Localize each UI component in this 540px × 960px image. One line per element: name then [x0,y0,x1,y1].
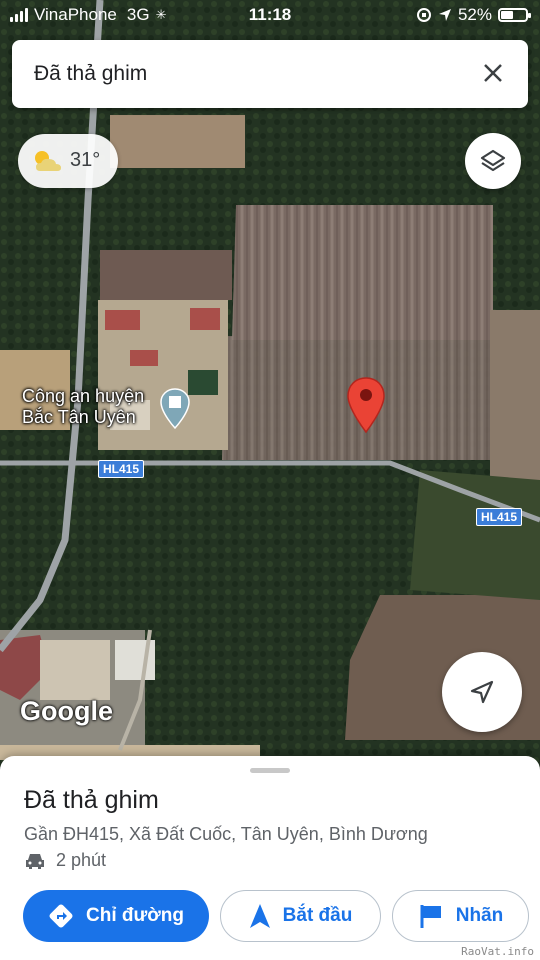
layers-button[interactable] [465,133,521,189]
close-icon[interactable] [476,56,510,90]
dropped-pin-icon[interactable] [346,376,386,436]
place-sheet[interactable]: Đã thả ghim Gần ĐH415, Xã Đất Cuốc, Tân … [0,756,540,960]
car-icon [26,853,44,869]
start-label: Bắt đầu [282,905,353,926]
poi-label-police[interactable]: Công an huyện Bắc Tân Uyên [22,386,144,428]
battery-percent: 52% [457,5,492,24]
road-shield-hl415: HL415 [98,460,145,478]
directions-button[interactable]: Chỉ đường [23,890,209,942]
poi-label-line1: Công an huyện [22,386,145,406]
google-logo: Google [20,696,113,726]
eta-row: 2 phút [24,850,106,871]
sheet-drag-handle[interactable] [250,768,290,773]
rotation-lock-icon [416,8,431,22]
police-station-icon[interactable] [160,388,190,430]
location-arrow-icon [438,9,451,21]
battery-icon [498,8,531,22]
directions-label: Chỉ đường [86,905,184,926]
search-title: Đã thả ghim [34,62,148,85]
place-address: Gần ĐH415, Xã Đất Cuốc, Tân Uyên, Bình D… [24,824,428,844]
eta-text: 2 phút [56,850,107,870]
layers-icon [480,149,506,172]
search-bar[interactable]: Đã thả ghim [12,40,528,108]
road-shield-hl415-east: HL415 [476,508,523,526]
label-button[interactable]: Nhãn [392,890,529,942]
watermark: RaoVat.info [461,945,534,958]
temperature: 31° [70,149,101,171]
partly-cloudy-icon [35,151,61,171]
poi-label-line2: Bắc Tân Uyên [22,407,136,427]
navigation-arrow-icon [470,680,494,704]
directions-icon [49,904,73,928]
flag-icon [420,905,441,928]
my-location-button[interactable] [442,652,522,732]
weather-chip[interactable]: 31° [18,134,118,188]
status-bar: VinaPhone 3G ✳ 11:18 52% [0,0,540,30]
label-text: Nhãn [455,905,504,926]
navigation-start-icon [249,904,270,928]
place-title: Đã thả ghim [24,786,159,814]
start-button[interactable]: Bắt đầu [220,890,381,942]
